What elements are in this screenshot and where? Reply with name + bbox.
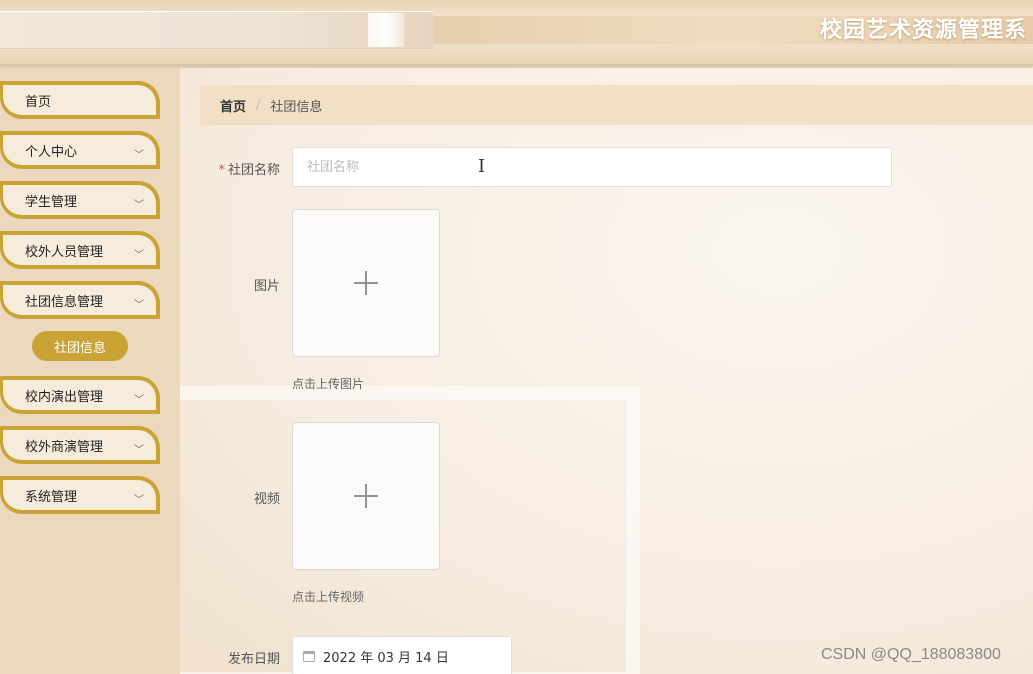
breadcrumb: 首页 / 社团信息: [200, 85, 1033, 125]
calendar-icon: [303, 650, 315, 662]
text-cursor-icon: I: [478, 156, 486, 177]
image-label: 图片: [253, 279, 280, 294]
sidebar-item-personal-center[interactable]: 个人中心 ﹀: [0, 131, 160, 169]
sidebar-item-label: 校内演出管理: [25, 389, 104, 405]
sidebar-item-label: 社团信息管理: [25, 294, 104, 310]
app-title: 校园艺术资源管理系: [820, 18, 1028, 43]
club-name-label-text: 社团名称: [227, 163, 280, 178]
sidebar-subitem-club-info[interactable]: 社团信息: [32, 331, 128, 361]
chevron-down-icon: ﹀: [134, 150, 144, 161]
sidebar-item-system-management[interactable]: 系统管理 ﹀: [0, 476, 160, 514]
sidebar-item-label: 校外商演管理: [25, 439, 104, 455]
publish-date-picker[interactable]: 2022 年 03 月 14 日: [292, 636, 512, 674]
sidebar-item-label: 校外人员管理: [25, 244, 104, 260]
image-upload-tip: 点击上传图片: [292, 377, 365, 391]
sidebar-item-label: 个人中心: [25, 144, 78, 160]
breadcrumb-home-link[interactable]: 首页: [220, 96, 246, 115]
publish-date-value: 2022 年 03 月 14 日: [323, 650, 449, 666]
sidebar: 首页 个人中心 ﹀ 学生管理 ﹀ 校外人员管理 ﹀ 社团信息管理 ﹀ 社团信息 …: [0, 68, 180, 674]
required-mark: *: [218, 163, 225, 178]
breadcrumb-separator: /: [256, 97, 261, 113]
video-upload-area[interactable]: [292, 422, 440, 570]
chevron-down-icon: ﹀: [134, 300, 144, 311]
chevron-down-icon: ﹀: [134, 395, 144, 406]
club-name-input[interactable]: [292, 147, 892, 187]
video-upload-tip: 点击上传视频: [292, 590, 365, 604]
main-content: 首页 / 社团信息 *社团名称 I 图片 点击上传图片 视频 点击上传视频 发布…: [180, 68, 1033, 674]
sidebar-item-campus-performance-management[interactable]: 校内演出管理 ﹀: [0, 376, 160, 414]
chevron-down-icon: ﹀: [134, 495, 144, 506]
watermark: CSDN @QQ_188083800: [821, 646, 1001, 663]
club-name-label: * 社团名称: [180, 159, 280, 178]
chevron-down-icon: ﹀: [134, 250, 144, 261]
plus-icon: [354, 271, 378, 295]
chevron-down-icon: ﹀: [134, 200, 144, 211]
header-glow: [368, 13, 404, 47]
video-label: 视频: [253, 492, 280, 507]
breadcrumb-current: 社团信息: [270, 99, 323, 115]
sidebar-item-student-management[interactable]: 学生管理 ﹀: [0, 181, 160, 219]
sidebar-item-commercial-performance-management[interactable]: 校外商演管理 ﹀: [0, 426, 160, 464]
sidebar-item-label: 系统管理: [25, 489, 78, 505]
plus-icon: [354, 484, 378, 508]
image-upload-area[interactable]: [292, 209, 440, 357]
top-header: 校园艺术资源管理系: [0, 0, 1033, 66]
sidebar-item-label: 首页: [25, 94, 52, 110]
publish-date-label: 发布日期: [227, 652, 280, 667]
sidebar-item-external-staff-management[interactable]: 校外人员管理 ﹀: [0, 231, 160, 269]
sidebar-item-home[interactable]: 首页: [0, 81, 160, 119]
sidebar-item-club-info-management[interactable]: 社团信息管理 ﹀: [0, 281, 160, 319]
sidebar-item-label: 学生管理: [25, 194, 78, 210]
chevron-down-icon: ﹀: [134, 445, 144, 456]
